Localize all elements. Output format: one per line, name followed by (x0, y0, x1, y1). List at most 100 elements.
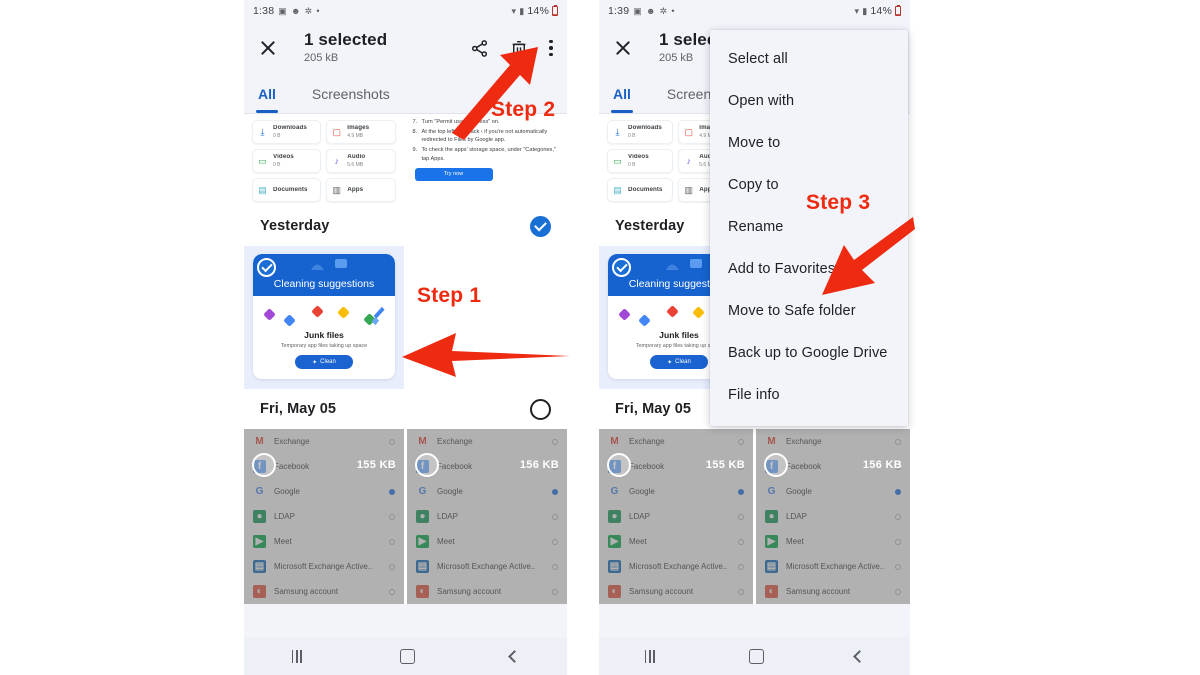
gmail-icon: M (255, 436, 264, 447)
more-icon[interactable] (549, 39, 553, 57)
menu-item-select-all[interactable]: Select all (710, 38, 908, 80)
category-name: Images (347, 125, 370, 132)
instruction-number: 7. (412, 119, 418, 125)
status-bar-right-group: ▾ ▮ 14% (512, 5, 558, 17)
gmail-icon: M (767, 436, 776, 447)
menu-item-open-with[interactable]: Open with (710, 80, 908, 122)
chain-node-icon (283, 314, 296, 327)
category-name: Documents (628, 186, 663, 193)
account-name: LDAP (274, 512, 295, 521)
image-icon: ▣ (278, 5, 287, 16)
account-name: Google (437, 487, 463, 496)
category-size: 0 B (273, 132, 281, 139)
menu-item-back-up-to-google-drive[interactable]: Back up to Google Drive (710, 332, 908, 374)
accounts-thumb-1[interactable]: M Exchange f Facebook G Google ● LDAP ▶ Meet ▤ Micr… (244, 429, 404, 604)
step-3-arrow-icon (822, 217, 915, 295)
radio-icon (552, 488, 558, 495)
nav-bar-right (599, 637, 910, 675)
category-size: 0 B (273, 161, 281, 168)
back-icon[interactable] (853, 649, 867, 663)
accounts-thumb-2[interactable]: M Exchange f Facebook G Google ● LDAP ▶ Meet ▤ Micr… (407, 429, 567, 604)
close-icon[interactable] (258, 38, 278, 58)
home-icon[interactable] (748, 648, 764, 664)
gmail-icon: M (418, 436, 427, 447)
image-icon: ▢ (332, 126, 341, 137)
radio-icon (738, 438, 744, 445)
google-icon: G (418, 486, 427, 497)
account-name: Exchange (274, 437, 310, 446)
google-icon: G (610, 486, 619, 497)
signal-icon: ▮ (862, 5, 868, 16)
date-label: Yesterday (260, 218, 330, 234)
home-icon[interactable] (399, 648, 415, 664)
status-bar-right-group: ▾ ▮ 14% (854, 5, 901, 17)
dot-icon: • (671, 5, 675, 16)
list-item: ● LDAP (599, 504, 753, 529)
video-icon: ▭ (258, 155, 267, 166)
list-item: ◐ Samsung account (599, 579, 753, 604)
signal-icon: ▮ (519, 5, 525, 16)
category-name: Apps (347, 186, 364, 193)
chain-node-icon (311, 305, 324, 318)
close-icon[interactable] (613, 38, 633, 58)
menu-item-file-info[interactable]: File info (710, 374, 908, 416)
radio-icon (738, 588, 744, 595)
account-name: Google (629, 487, 655, 496)
broom-small-icon: ✦ (312, 359, 318, 366)
status-time: 1:38 (253, 5, 275, 17)
chain-node-icon (638, 314, 651, 327)
recents-icon[interactable] (644, 649, 658, 663)
radio-icon (738, 538, 744, 545)
select-all-date-checkbox[interactable] (530, 398, 551, 420)
account-name: Samsung account (274, 587, 339, 596)
wifi-icon: ▾ (854, 5, 860, 16)
gear-icon: ✲ (304, 5, 313, 16)
date-header-may05: Fri, May 05 (244, 389, 567, 429)
card-body: Junk files Temporary app files taking up… (253, 296, 395, 379)
tab-all[interactable]: All (258, 74, 276, 114)
accounts-thumb-1[interactable]: M Exchange f Facebook G Google ● LDAP ▶ Meet ▤ Micr… (599, 429, 753, 604)
category-size: 4.9 MB (347, 132, 364, 139)
card-subtitle: Temporary app files taking up space (280, 343, 368, 349)
contact-icon: ● (765, 510, 778, 523)
tab-screenshots[interactable]: Screenshots (312, 74, 390, 114)
screenshot-thumb-files[interactable]: ⤓ Downloads 0 B ▢ Images 4.9 MB ▭ Videos (244, 114, 406, 206)
selection-circle-icon (415, 453, 439, 477)
account-name: Google (274, 487, 300, 496)
status-bar-right: 1:39 ▣ ☻ ✲ • ▾ ▮ 14% (599, 0, 910, 22)
selected-item-cleaning[interactable]: Cleaning suggestions Junk files Temporar… (244, 246, 404, 389)
tab-all[interactable]: All (613, 74, 631, 114)
instruction-number: 8. (412, 128, 418, 135)
category-name: Audio (347, 154, 366, 161)
recents-icon[interactable] (291, 649, 305, 663)
account-name: LDAP (629, 512, 650, 521)
account-name: Exchange (629, 437, 665, 446)
list-item: ▶ Meet (407, 529, 567, 554)
clean-button: ✦ Clean (295, 355, 353, 369)
list-item: ⤓ Downloads 0 B (252, 120, 322, 144)
outlook-icon: ▤ (608, 560, 621, 573)
back-icon[interactable] (508, 649, 522, 663)
date-label: Fri, May 05 (615, 401, 692, 417)
list-item: M Exchange (244, 429, 404, 454)
account-name: Facebook (786, 462, 822, 471)
radio-icon (895, 438, 901, 445)
meet-icon: ▶ (253, 535, 266, 548)
meet-icon: ▶ (416, 535, 429, 548)
list-item: ▤ Documents (607, 178, 674, 202)
category-name: Videos (273, 154, 294, 161)
accounts-thumb-2[interactable]: M Exchange f Facebook G Google ● LDAP ▶ Meet ▤ Micr… (756, 429, 910, 604)
list-item: ▶ Meet (599, 529, 753, 554)
file-size-label: 155 KB (705, 459, 745, 471)
clean-button: ✦ Clean (650, 355, 708, 369)
select-all-date-checkbox[interactable] (530, 215, 551, 237)
account-name: Facebook (274, 462, 310, 471)
status-battery: 14% (870, 5, 892, 17)
broom-icon (371, 306, 385, 326)
chain-node-icon (263, 308, 276, 321)
menu-item-move-to[interactable]: Move to (710, 122, 908, 164)
status-battery: 14% (527, 5, 549, 17)
accounts-thumb-row: M Exchange f Facebook G Google ● LDAP ▶ Meet ▤ Micr… (244, 429, 567, 604)
outlook-icon: ▤ (765, 560, 778, 573)
list-item: G Google (244, 479, 404, 504)
